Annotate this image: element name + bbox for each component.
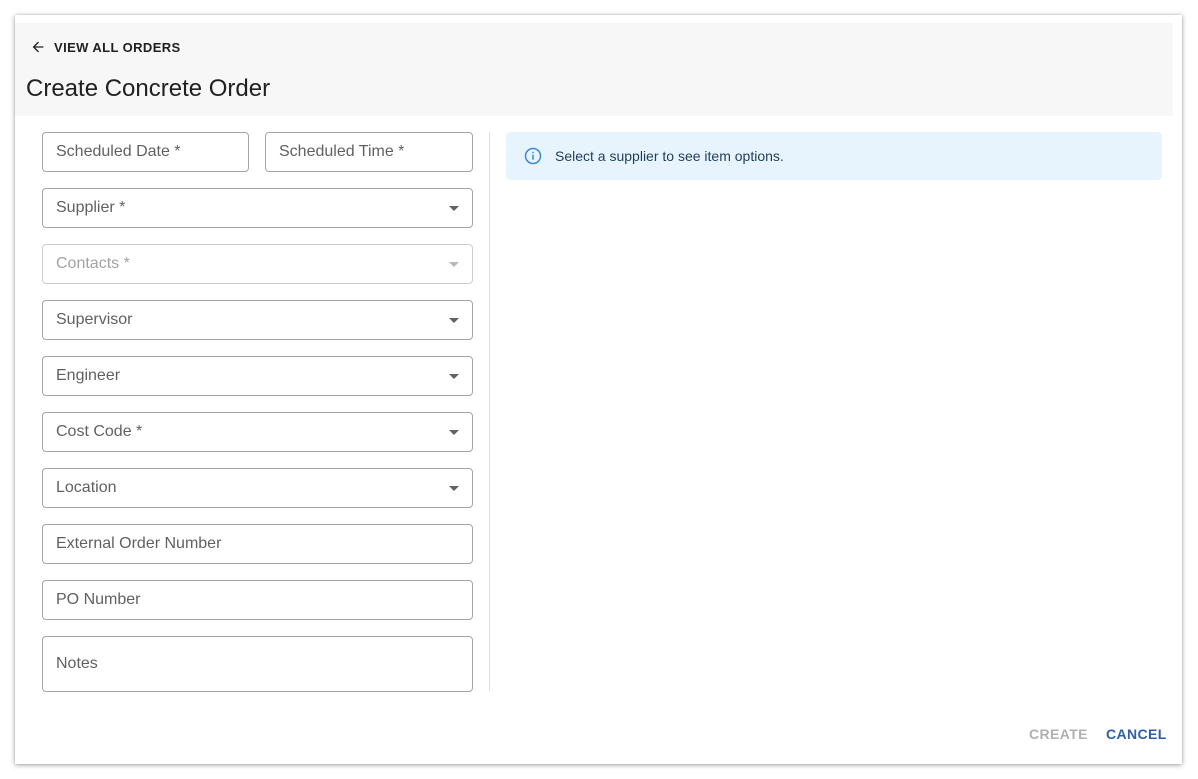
- supplier-select[interactable]: Supplier *: [42, 188, 473, 228]
- supplier-info-message: Select a supplier to see item options.: [555, 148, 784, 164]
- external-order-number-field[interactable]: External Order Number: [42, 524, 473, 564]
- notes-field[interactable]: Notes: [42, 636, 473, 692]
- supervisor-select[interactable]: Supervisor: [42, 300, 473, 340]
- notes-label: Notes: [56, 655, 98, 672]
- chevron-down-icon: [449, 205, 459, 211]
- scheduled-time-field[interactable]: Scheduled Time *: [265, 132, 473, 172]
- page-header: VIEW ALL ORDERS Create Concrete Order: [15, 23, 1173, 116]
- page-title: Create Concrete Order: [26, 75, 271, 102]
- chevron-down-icon: [449, 261, 459, 267]
- chevron-down-icon: [449, 429, 459, 435]
- scheduled-date-field[interactable]: Scheduled Date *: [42, 132, 249, 172]
- order-form-card: VIEW ALL ORDERS Create Concrete Order Sc…: [15, 15, 1182, 764]
- location-label: Location: [56, 479, 117, 496]
- chevron-down-icon: [449, 485, 459, 491]
- cancel-button[interactable]: CANCEL: [1106, 723, 1167, 745]
- scheduled-date-label: Scheduled Date *: [56, 143, 181, 160]
- scheduled-time-label: Scheduled Time *: [279, 143, 405, 160]
- arrow-left-icon: [32, 41, 44, 53]
- view-all-orders-link[interactable]: VIEW ALL ORDERS: [30, 35, 181, 59]
- cost-code-select[interactable]: Cost Code *: [42, 412, 473, 452]
- cost-code-label: Cost Code *: [56, 423, 143, 440]
- contacts-select: Contacts *: [42, 244, 473, 284]
- view-all-orders-label: VIEW ALL ORDERS: [54, 39, 181, 55]
- chevron-down-icon: [449, 373, 459, 379]
- supplier-info-alert: Select a supplier to see item options.: [506, 132, 1162, 180]
- external-order-number-label: External Order Number: [56, 535, 222, 552]
- location-select[interactable]: Location: [42, 468, 473, 508]
- column-divider: [489, 132, 490, 691]
- chevron-down-icon: [449, 317, 459, 323]
- po-number-label: PO Number: [56, 591, 141, 608]
- supervisor-label: Supervisor: [56, 311, 133, 328]
- contacts-label: Contacts *: [56, 255, 130, 272]
- engineer-label: Engineer: [56, 367, 121, 384]
- info-icon: [524, 147, 542, 165]
- engineer-select[interactable]: Engineer: [42, 356, 473, 396]
- supplier-label: Supplier *: [56, 199, 126, 216]
- po-number-field[interactable]: PO Number: [42, 580, 473, 620]
- create-button[interactable]: CREATE: [1029, 723, 1088, 745]
